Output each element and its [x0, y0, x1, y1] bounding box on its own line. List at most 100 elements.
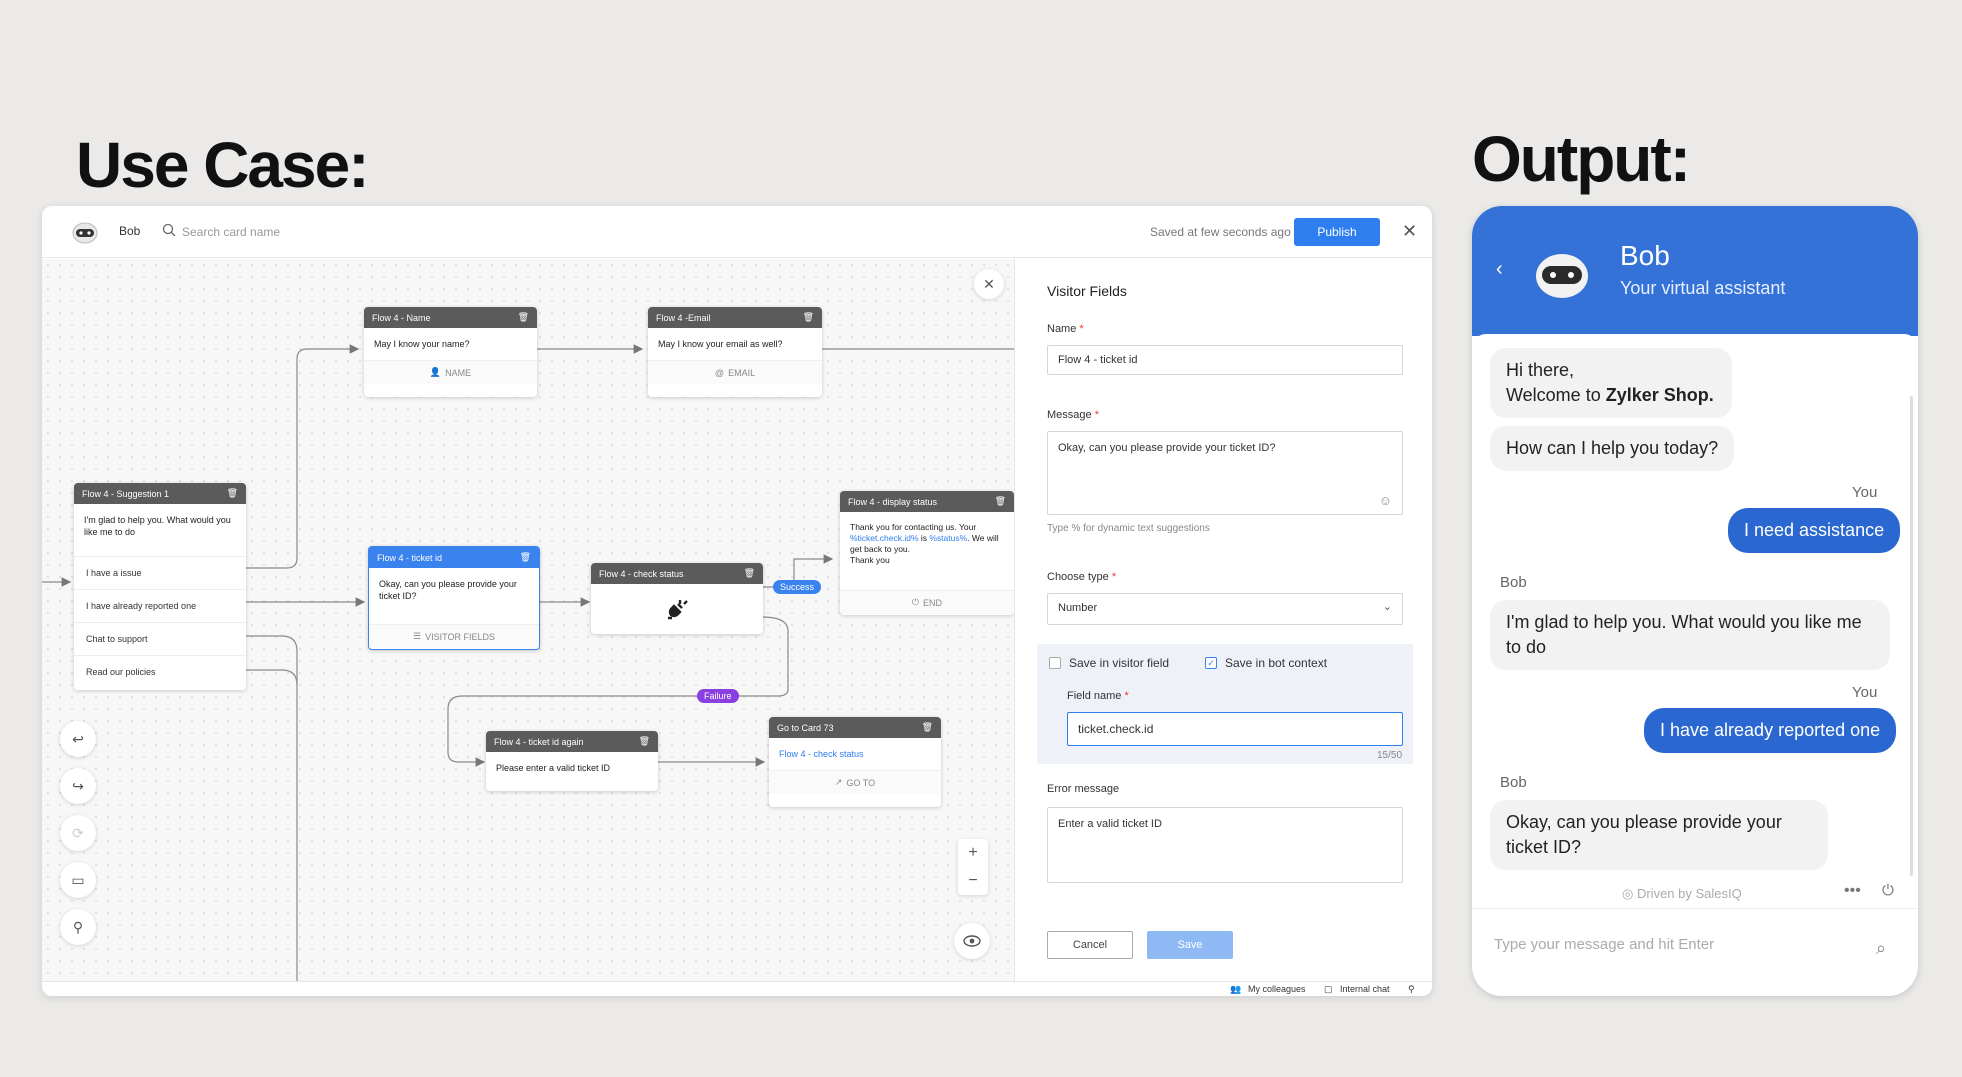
goto-link[interactable]: Flow 4 - check status	[769, 738, 941, 770]
more-options-icon[interactable]: •••	[1844, 882, 1861, 900]
saved-status: Saved at few seconds ago	[1150, 225, 1291, 239]
end-icon: ⏻	[911, 597, 920, 607]
attachment-icon[interactable]: ⌕	[1876, 938, 1886, 959]
suggestion-option[interactable]: I have already reported one	[74, 589, 246, 622]
my-colleagues-link[interactable]: My colleagues	[1248, 984, 1306, 994]
search-icon[interactable]: ⚲	[1408, 984, 1415, 995]
card-text: May I know your name?	[374, 339, 470, 349]
chat-message-input[interactable]	[1494, 926, 1854, 962]
field-char-count: 15/50	[1377, 750, 1403, 761]
card-go-to[interactable]: Go to Card 73 🗑 Flow 4 - check status ↗ GO…	[769, 717, 941, 807]
close-icon[interactable]: ✕	[1402, 221, 1417, 242]
card-flow-email[interactable]: Flow 4 -Email 🗑 May I know your email as …	[648, 307, 822, 397]
power-icon[interactable]: ⏻	[1882, 882, 1894, 899]
preview-screen-button[interactable]: ▭	[60, 862, 96, 898]
builder-topbar: Bob Saved at few seconds ago Publish ✕	[42, 206, 1432, 258]
external-link-icon: ↗	[834, 777, 843, 787]
card-footer: GO TO	[846, 777, 876, 788]
card-flow-name[interactable]: Flow 4 - Name 🗑 May I know your name? 👤 NA…	[364, 307, 537, 397]
name-field[interactable]	[1047, 345, 1403, 375]
input-divider	[1472, 908, 1918, 909]
builder-bottombar: 👥 My colleagues ▢ Internal chat ⚲	[42, 981, 1432, 996]
search-icon	[162, 223, 176, 237]
trash-icon[interactable]: 🗑	[520, 552, 531, 563]
bot-builder-window: Bob Saved at few seconds ago Publish ✕	[42, 206, 1432, 996]
trash-icon[interactable]: 🗑	[922, 722, 933, 733]
plugin-icon	[668, 600, 688, 620]
save-visitor-checkbox[interactable]: Save in visitor field	[1049, 656, 1169, 670]
card-flow-ticket-id-again[interactable]: Flow 4 - ticket id again 🗑 Please enter a…	[486, 731, 658, 791]
card-flow-check-status[interactable]: Flow 4 - check status 🗑	[591, 563, 763, 634]
suggestion-option[interactable]: I have a issue	[74, 556, 246, 589]
field-name-input[interactable]	[1067, 712, 1403, 746]
zoom-in-button[interactable]: +	[958, 839, 988, 867]
card-title: Flow 4 - display status	[848, 496, 938, 507]
card-title: Flow 4 -Email	[656, 312, 711, 323]
trash-icon[interactable]: 🗑	[518, 312, 529, 323]
suggestion-option[interactable]: Chat to support	[74, 622, 246, 655]
trash-icon[interactable]: 🗑	[803, 312, 814, 323]
panel-title: Visitor Fields	[1047, 283, 1127, 299]
trash-icon[interactable]: 🗑	[227, 488, 238, 499]
name-label: Name *	[1047, 323, 1084, 335]
internal-chat-link[interactable]: Internal chat	[1340, 984, 1390, 994]
type-select[interactable]: Number ⌄	[1047, 593, 1403, 625]
bot-message: How can I help you today?	[1490, 426, 1735, 471]
redo-button[interactable]: ↪	[60, 768, 96, 804]
zoom-out-button[interactable]: −	[958, 867, 988, 895]
bot-message: I'm glad to help you. What would you lik…	[1490, 600, 1890, 670]
chat-title: Bob	[1620, 240, 1670, 271]
card-text: Okay, can you please provide your ticket…	[379, 579, 517, 601]
trash-icon[interactable]: 🗑	[639, 736, 650, 747]
use-case-heading: Use Case:	[76, 129, 369, 201]
database-icon: ☰	[413, 631, 422, 641]
back-chevron-icon[interactable]: ‹	[1496, 258, 1503, 281]
undo-button[interactable]: ↩	[60, 721, 96, 757]
publish-button[interactable]: Publish	[1294, 218, 1380, 246]
sender-you: You	[1852, 484, 1878, 501]
search-card-input[interactable]	[182, 220, 442, 244]
card-flow-display-status[interactable]: Flow 4 - display status 🗑 Thank you for c…	[840, 491, 1014, 615]
sender-bob: Bob	[1500, 574, 1527, 591]
card-title: Flow 4 - Name	[372, 312, 431, 323]
card-title: Flow 4 - check status	[599, 568, 684, 579]
user-message: I need assistance	[1728, 508, 1901, 553]
trash-icon[interactable]: 🗑	[744, 568, 755, 579]
zoom-controls: + −	[958, 839, 988, 895]
close-panel-icon[interactable]: ✕	[974, 269, 1004, 299]
message-field[interactable]: Okay, can you please provide your ticket…	[1047, 431, 1403, 515]
flow-canvas[interactable]: Flow 4 - Name 🗑 May I know your name? 👤 NA…	[42, 259, 1014, 981]
field-name-label: Field name *	[1067, 690, 1129, 702]
card-footer: VISITOR FIELDS	[425, 631, 495, 642]
save-button[interactable]: Save	[1147, 931, 1233, 959]
pin-button[interactable]: ⚲	[60, 909, 96, 945]
card-title: Flow 4 - ticket id again	[494, 736, 584, 747]
save-context-checkbox[interactable]: ✓ Save in bot context	[1205, 656, 1327, 670]
visitor-fields-panel: Visitor Fields Name * Message * Okay, ca…	[1014, 259, 1432, 981]
colleagues-icon: 👥	[1230, 984, 1242, 994]
powered-by: ◎ Driven by SalesIQ	[1622, 886, 1742, 901]
chat-scrollbar[interactable]	[1910, 396, 1913, 876]
card-flow-ticket-id[interactable]: Flow 4 - ticket id 🗑 Okay, can you please…	[368, 546, 540, 650]
card-footer: NAME	[445, 367, 472, 378]
bot-message: Okay, can you please provide your ticket…	[1490, 800, 1828, 870]
bot-avatar-icon	[72, 222, 98, 244]
card-title: Flow 4 - Suggestion 1	[82, 488, 170, 499]
error-message-label: Error message	[1047, 783, 1120, 795]
reset-button[interactable]: ⟳	[60, 815, 96, 851]
message-hint: Type % for dynamic text suggestions	[1047, 523, 1210, 534]
eye-icon[interactable]	[954, 923, 990, 959]
output-heading: Output:	[1472, 123, 1691, 195]
card-text: I'm glad to help you. What would you lik…	[84, 515, 231, 537]
chevron-down-icon: ⌄	[1382, 601, 1392, 613]
card-flow-suggestion[interactable]: Flow 4 - Suggestion 1 🗑 I'm glad to help …	[74, 483, 246, 690]
success-pill: Success	[773, 580, 822, 594]
suggestion-option[interactable]: Read our policies	[74, 655, 246, 688]
cancel-button[interactable]: Cancel	[1047, 931, 1133, 959]
type-label: Choose type *	[1047, 571, 1117, 583]
card-text: May I know your email as well?	[658, 339, 783, 349]
trash-icon[interactable]: 🗑	[995, 496, 1006, 507]
error-message-field[interactable]: Enter a valid ticket ID	[1047, 807, 1403, 883]
emoji-icon[interactable]: ☺	[1379, 493, 1392, 508]
user-icon: 👤	[429, 367, 442, 377]
